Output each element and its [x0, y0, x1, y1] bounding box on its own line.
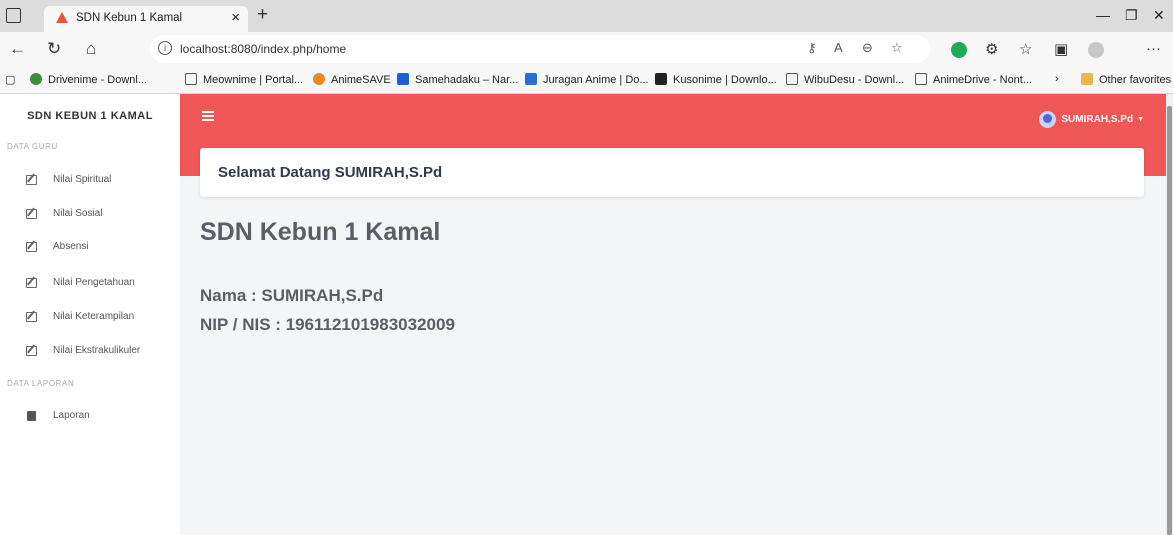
key-icon[interactable]: ⚷ — [807, 40, 817, 56]
more-menu-icon[interactable]: ··· — [1146, 40, 1161, 57]
bookmark-item[interactable]: Juragan Anime | Do... — [525, 73, 649, 86]
sidebar-item-nilai-keterampilan[interactable]: Nilai Keterampilan — [0, 307, 180, 331]
minimize-icon[interactable]: — — [1096, 7, 1110, 23]
samehadaku-icon — [397, 73, 409, 85]
address-bar[interactable]: i localhost:8080/index.php/home ⚷ A ⊖ ☆ — [150, 35, 930, 63]
sidebar-item-laporan[interactable]: Laporan — [0, 406, 180, 430]
sidebar-item-label: Nilai Pengetahuan — [53, 277, 135, 288]
bookmark-item[interactable]: Samehadaku – Nar... — [397, 73, 518, 86]
edit-icon — [26, 242, 37, 252]
favorites-icon[interactable]: ☆ — [1019, 40, 1032, 58]
tab-title: SDN Kebun 1 Kamal — [76, 12, 183, 24]
bookmark-label: AnimeDrive - Nont... — [933, 74, 1033, 86]
sidebar-item-label: Laporan — [53, 410, 90, 421]
chevron-right-icon[interactable]: › — [1055, 73, 1059, 85]
caret-down-icon: ▼ — [1137, 116, 1144, 123]
sidebar: SDN KEBUN 1 KAMAL DATA GURU Nilai Spirit… — [0, 94, 180, 535]
zoom-icon[interactable]: ⊖ — [862, 40, 873, 56]
page-scrollbar[interactable] — [1166, 94, 1173, 535]
sidebar-brand[interactable]: SDN KEBUN 1 KAMAL — [0, 110, 180, 122]
bookmarks-sidebar-icon[interactable]: ▢ — [5, 73, 15, 86]
bookmark-item[interactable]: Drivenime - Downl... — [30, 73, 147, 86]
browser-tab[interactable]: SDN Kebun 1 Kamal × — [44, 6, 248, 32]
site-info-icon[interactable]: i — [158, 41, 172, 55]
sidebar-item-nilai-pengetahuan[interactable]: Nilai Pengetahuan — [0, 273, 180, 297]
grammarly-extension-icon[interactable] — [951, 42, 967, 58]
bookmark-label: Samehadaku – Nar... — [415, 74, 519, 86]
url-text[interactable]: localhost:8080/index.php/home — [180, 42, 346, 56]
bookmark-item[interactable]: AnimeDrive - Nont... — [915, 73, 1032, 86]
juragan-icon — [525, 73, 537, 85]
sidebar-item-label: Absensi — [53, 241, 89, 252]
edit-icon — [26, 346, 37, 356]
school-name: SDN Kebun 1 Kamal — [200, 218, 441, 246]
welcome-text: Selamat Datang SUMIRAH,S.Pd — [218, 164, 443, 181]
sidebar-item-nilai-spiritual[interactable]: Nilai Spiritual — [0, 170, 180, 194]
edit-icon — [26, 175, 37, 185]
other-favorites-label: Other favorites — [1099, 74, 1172, 86]
kusonime-icon — [655, 73, 667, 85]
bookmark-item[interactable]: WibuDesu - Downl... — [786, 73, 904, 86]
browser-toolbar: ← ↻ ⌂ i localhost:8080/index.php/home ⚷ … — [0, 32, 1173, 68]
sidebar-item-label: Nilai Ekstrakulikuler — [53, 345, 141, 356]
animesave-icon — [313, 73, 325, 85]
collections-icon[interactable]: ▣ — [1054, 40, 1068, 58]
bookmark-item[interactable]: Kusonime | Downlo... — [655, 73, 777, 86]
browser-tab-bar: SDN Kebun 1 Kamal × + — ❐ ✕ — [0, 0, 1173, 32]
bookmark-item[interactable]: Meownime | Portal... — [185, 73, 303, 86]
bookmark-label: Juragan Anime | Do... — [543, 74, 649, 86]
home-icon[interactable]: ⌂ — [86, 39, 96, 59]
tab-actions-icon[interactable] — [6, 8, 21, 23]
edit-icon — [26, 209, 37, 219]
edit-icon — [26, 278, 37, 288]
section-heading-data-guru: DATA GURU — [7, 142, 58, 151]
page-icon — [185, 73, 197, 85]
sidebar-item-label: Nilai Sosial — [53, 208, 103, 219]
scrollbar-thumb[interactable] — [1167, 106, 1172, 535]
bookmark-label: AnimeSAVE — [331, 74, 391, 86]
teacher-nip: NIP / NIS : 196112101983032009 — [200, 315, 455, 334]
bookmark-label: Drivenime - Downl... — [48, 74, 148, 86]
site-favicon-icon — [56, 12, 68, 23]
sidebar-item-nilai-sosial[interactable]: Nilai Sosial — [0, 204, 180, 228]
sidebar-item-absensi[interactable]: Absensi — [0, 237, 180, 261]
sidebar-item-label: Nilai Spiritual — [53, 174, 112, 185]
extensions-icon[interactable]: ⚙ — [985, 40, 998, 58]
add-favorite-icon[interactable]: ☆ — [891, 40, 903, 56]
read-aloud-icon[interactable]: A — [834, 40, 843, 55]
other-favorites[interactable]: Other favorites — [1081, 73, 1171, 86]
close-window-icon[interactable]: ✕ — [1153, 7, 1165, 24]
back-icon[interactable]: ← — [9, 39, 26, 59]
welcome-card: Selamat Datang SUMIRAH,S.Pd — [200, 148, 1144, 197]
bookmark-label: Kusonime | Downlo... — [673, 74, 777, 86]
user-dropdown[interactable]: SUMIRAH,S.Pd ▼ — [1039, 111, 1144, 128]
bookmark-item[interactable]: AnimeSAVE — [313, 73, 391, 86]
user-name: SUMIRAH,S.Pd — [1061, 114, 1134, 126]
teacher-name: Nama : SUMIRAH,S.Pd — [200, 286, 384, 305]
sidebar-item-nilai-ekstrakulikuler[interactable]: Nilai Ekstrakulikuler — [0, 341, 180, 365]
profile-icon[interactable] — [1088, 42, 1104, 58]
page-icon — [786, 73, 798, 85]
folder-icon — [1081, 73, 1093, 85]
bookmark-label: Meownime | Portal... — [203, 74, 304, 86]
sidebar-item-label: Nilai Keterampilan — [53, 311, 135, 322]
avatar — [1039, 111, 1057, 128]
bookmarks-bar: ▢ Drivenime - Downl... Meownime | Portal… — [0, 68, 1173, 94]
hamburger-menu-icon[interactable] — [202, 111, 214, 123]
bookmark-label: WibuDesu - Downl... — [804, 74, 905, 86]
tab-close-icon[interactable]: × — [231, 9, 240, 26]
page-icon — [915, 73, 927, 85]
trash-icon — [27, 411, 36, 421]
refresh-icon[interactable]: ↻ — [47, 39, 61, 59]
restore-icon[interactable]: ❐ — [1125, 7, 1138, 24]
edit-icon — [26, 312, 37, 322]
new-tab-button[interactable]: + — [257, 4, 268, 26]
drivenime-icon — [30, 73, 42, 85]
section-heading-data-laporan: DATA LAPORAN — [7, 379, 75, 388]
